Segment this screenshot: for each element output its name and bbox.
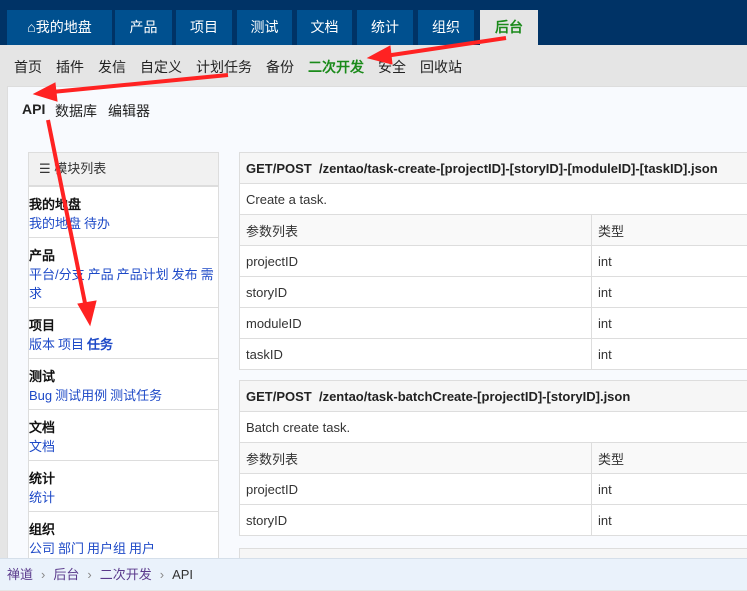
breadcrumb: 禅道 › 后台 › 二次开发 › API: [0, 558, 747, 590]
section-title: 产品: [29, 246, 218, 265]
section-title: 统计: [29, 469, 218, 488]
module-link[interactable]: 公司: [29, 541, 55, 556]
tab-admin[interactable]: 后台: [480, 10, 538, 45]
tab-doc[interactable]: 文档: [297, 10, 352, 45]
module-link[interactable]: 部门: [58, 541, 84, 556]
sub-cron[interactable]: 计划任务: [196, 57, 252, 77]
api-endpoint: GET/POST /zentao/task-create-[projectID]…: [240, 153, 747, 184]
api-endpoint: GET/POST /zentao/task-batchCreate-[proje…: [240, 381, 747, 412]
api-table: GET/POST /zentao/task-create-[projectID]…: [239, 152, 747, 370]
crumb-home[interactable]: 禅道: [7, 567, 33, 582]
crumb-admin[interactable]: 后台: [53, 567, 79, 582]
crumb-current: API: [172, 567, 193, 582]
dev-tab-api[interactable]: API: [22, 101, 45, 117]
module-link[interactable]: 产品: [88, 267, 114, 282]
crumb-dev[interactable]: 二次开发: [100, 567, 152, 582]
col-type: 类型: [592, 215, 747, 246]
section-title: 我的地盘: [29, 195, 218, 214]
module-link[interactable]: 文档: [29, 439, 55, 454]
module-link[interactable]: 产品计划: [117, 267, 169, 282]
api-table: GET/POST /zentao/task-batchCreate-[proje…: [239, 380, 747, 536]
module-section: 统计统计: [29, 461, 218, 512]
chevron-right-icon: ›: [41, 567, 45, 582]
dev-tab-editor[interactable]: 编辑器: [108, 101, 150, 121]
module-link[interactable]: Bug: [29, 388, 52, 403]
api-desc: Create a task.: [240, 184, 747, 215]
table-row: storyIDint: [240, 277, 747, 308]
module-link[interactable]: 我的地盘: [29, 216, 81, 231]
module-section: 产品平台/分支产品产品计划发布需求: [29, 238, 218, 308]
table-row: projectIDint: [240, 474, 747, 505]
module-link[interactable]: 测试用例: [55, 388, 107, 403]
module-section: 测试 Bug测试用例测试任务: [29, 359, 218, 410]
module-link-task-active[interactable]: 任务: [87, 337, 113, 352]
module-section: 项目版本项目任务: [29, 308, 218, 359]
module-link[interactable]: 用户组: [87, 541, 126, 556]
sub-security[interactable]: 安全: [378, 57, 406, 77]
module-link[interactable]: 发布: [172, 267, 198, 282]
tab-project[interactable]: 项目: [176, 10, 232, 45]
chevron-right-icon: ›: [160, 567, 164, 582]
api-desc: Batch create task.: [240, 412, 747, 443]
col-param: 参数列表: [240, 443, 592, 474]
table-row: taskIDint: [240, 339, 747, 370]
module-link[interactable]: 项目: [58, 337, 84, 352]
tab-my[interactable]: ⌂我的地盘: [7, 10, 112, 45]
section-title: 项目: [29, 316, 218, 335]
module-section: 文档文档: [29, 410, 218, 461]
section-title: 测试: [29, 367, 218, 386]
sub-extension[interactable]: 插件: [56, 57, 84, 77]
col-param: 参数列表: [240, 215, 592, 246]
module-link[interactable]: 版本: [29, 337, 55, 352]
module-section: 组织公司部门用户组用户: [29, 512, 218, 563]
sub-mail[interactable]: 发信: [98, 57, 126, 77]
sub-custom[interactable]: 自定义: [140, 57, 182, 77]
tab-company[interactable]: 组织: [418, 10, 474, 45]
sub-nav: 首页 插件 发信 自定义 计划任务 备份 二次开发 安全 回收站: [0, 45, 747, 86]
top-nav: ⌂我的地盘 产品 项目 测试 文档 统计 组织 后台: [0, 0, 747, 45]
module-link[interactable]: 平台/分支: [29, 267, 85, 282]
table-row: moduleIDint: [240, 308, 747, 339]
module-link[interactable]: 测试任务: [110, 388, 162, 403]
tab-report[interactable]: 统计: [357, 10, 413, 45]
module-list-header: ☰ 模块列表: [29, 153, 218, 187]
sub-home[interactable]: 首页: [14, 57, 42, 77]
module-link[interactable]: 待办: [84, 216, 110, 231]
col-type: 类型: [592, 443, 747, 474]
tab-product[interactable]: 产品: [115, 10, 172, 45]
module-section: 我的地盘我的地盘待办: [29, 187, 218, 238]
sub-backup[interactable]: 备份: [266, 57, 294, 77]
sub-dev[interactable]: 二次开发: [308, 57, 364, 77]
tab-test[interactable]: 测试: [237, 10, 292, 45]
sub-trash[interactable]: 回收站: [420, 57, 462, 77]
table-row: storyIDint: [240, 505, 747, 536]
module-link[interactable]: 用户: [129, 541, 155, 556]
module-list: ☰ 模块列表 我的地盘我的地盘待办 产品平台/分支产品产品计划发布需求 项目版本…: [28, 152, 219, 562]
section-title: 组织: [29, 520, 218, 539]
section-title: 文档: [29, 418, 218, 437]
chevron-right-icon: ›: [87, 567, 91, 582]
home-icon: ⌂: [27, 19, 35, 35]
dev-tab-db[interactable]: 数据库: [55, 101, 97, 121]
module-link[interactable]: 统计: [29, 490, 55, 505]
list-icon: ☰: [39, 161, 54, 176]
table-row: projectIDint: [240, 246, 747, 277]
